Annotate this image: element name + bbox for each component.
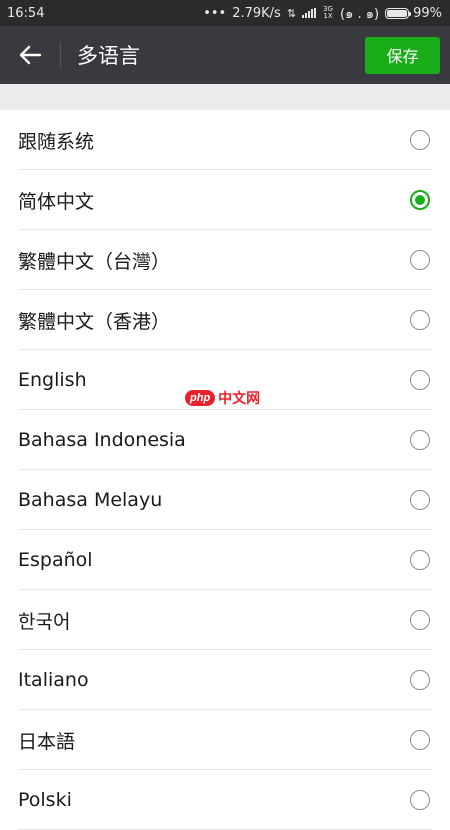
status-circle-icons: (๑ . ๑) bbox=[340, 6, 380, 22]
language-label: Bahasa Indonesia bbox=[18, 429, 186, 451]
language-label: Italiano bbox=[18, 669, 89, 691]
save-button[interactable]: 保存 bbox=[365, 36, 440, 74]
language-label: 简体中文 bbox=[18, 190, 95, 213]
language-option[interactable]: 繁體中文（香港） bbox=[0, 290, 450, 350]
language-option[interactable]: Italiano bbox=[0, 650, 450, 710]
language-label: 日本語 bbox=[18, 730, 76, 753]
status-bar: 16:54 ••• 2.79K/s ⇅ 3G 1X (๑ . ๑) 99% bbox=[0, 0, 450, 26]
radio-unchecked-icon[interactable] bbox=[410, 370, 430, 390]
language-list: 跟随系统 简体中文 繁體中文（台灣） 繁體中文（香港） English Bahasa In… bbox=[0, 110, 450, 830]
language-label: 繁體中文（台灣） bbox=[18, 250, 171, 273]
section-gap bbox=[0, 84, 450, 110]
radio-unchecked-icon[interactable] bbox=[410, 310, 430, 330]
status-time: 16:54 bbox=[7, 5, 45, 21]
language-option[interactable]: 简体中文 bbox=[0, 170, 450, 230]
language-option[interactable]: 日本語 bbox=[0, 710, 450, 770]
signal-icon bbox=[302, 8, 317, 18]
network-speed: 2.79K/s bbox=[232, 5, 281, 21]
language-label: Español bbox=[18, 549, 93, 571]
radio-unchecked-icon[interactable] bbox=[410, 790, 430, 810]
watermark-badge: php bbox=[185, 390, 216, 406]
data-transfer-icon: ⇅ bbox=[286, 6, 297, 20]
language-label: 繁體中文（香港） bbox=[18, 310, 171, 333]
language-option[interactable]: Polski bbox=[0, 770, 450, 830]
battery-icon bbox=[385, 7, 412, 19]
radio-unchecked-icon[interactable] bbox=[410, 490, 430, 510]
app-bar: 多语言 保存 bbox=[0, 26, 450, 84]
back-button[interactable] bbox=[0, 26, 60, 84]
watermark-text: 中文网 bbox=[218, 390, 261, 406]
language-option[interactable]: 跟随系统 bbox=[0, 110, 450, 170]
language-label: 跟随系统 bbox=[18, 130, 95, 153]
radio-checked-icon[interactable] bbox=[410, 190, 430, 210]
app-bar-divider bbox=[60, 42, 61, 68]
page-title: 多语言 bbox=[77, 44, 140, 68]
network-type-label: 3G 1X bbox=[323, 5, 333, 20]
status-dots: ••• bbox=[203, 5, 227, 21]
language-label: Bahasa Melayu bbox=[18, 489, 163, 511]
language-option[interactable]: Bahasa Indonesia bbox=[0, 410, 450, 470]
radio-unchecked-icon[interactable] bbox=[410, 550, 430, 570]
radio-unchecked-icon[interactable] bbox=[410, 610, 430, 630]
battery-indicator: 99% bbox=[385, 6, 442, 21]
radio-unchecked-icon[interactable] bbox=[410, 250, 430, 270]
radio-unchecked-icon[interactable] bbox=[410, 130, 430, 150]
language-option[interactable]: 繁體中文（台灣） bbox=[0, 230, 450, 290]
radio-unchecked-icon[interactable] bbox=[410, 430, 430, 450]
language-option[interactable]: Español bbox=[0, 530, 450, 590]
arrow-left-icon bbox=[19, 45, 41, 65]
radio-unchecked-icon[interactable] bbox=[410, 670, 430, 690]
battery-percent: 99% bbox=[413, 5, 442, 21]
language-label: Polski bbox=[18, 789, 72, 811]
language-option[interactable]: 한국어 bbox=[0, 590, 450, 650]
language-option[interactable]: Bahasa Melayu bbox=[0, 470, 450, 530]
language-label: 한국어 bbox=[18, 610, 71, 633]
watermark: php 中文网 bbox=[185, 388, 260, 408]
radio-unchecked-icon[interactable] bbox=[410, 730, 430, 750]
